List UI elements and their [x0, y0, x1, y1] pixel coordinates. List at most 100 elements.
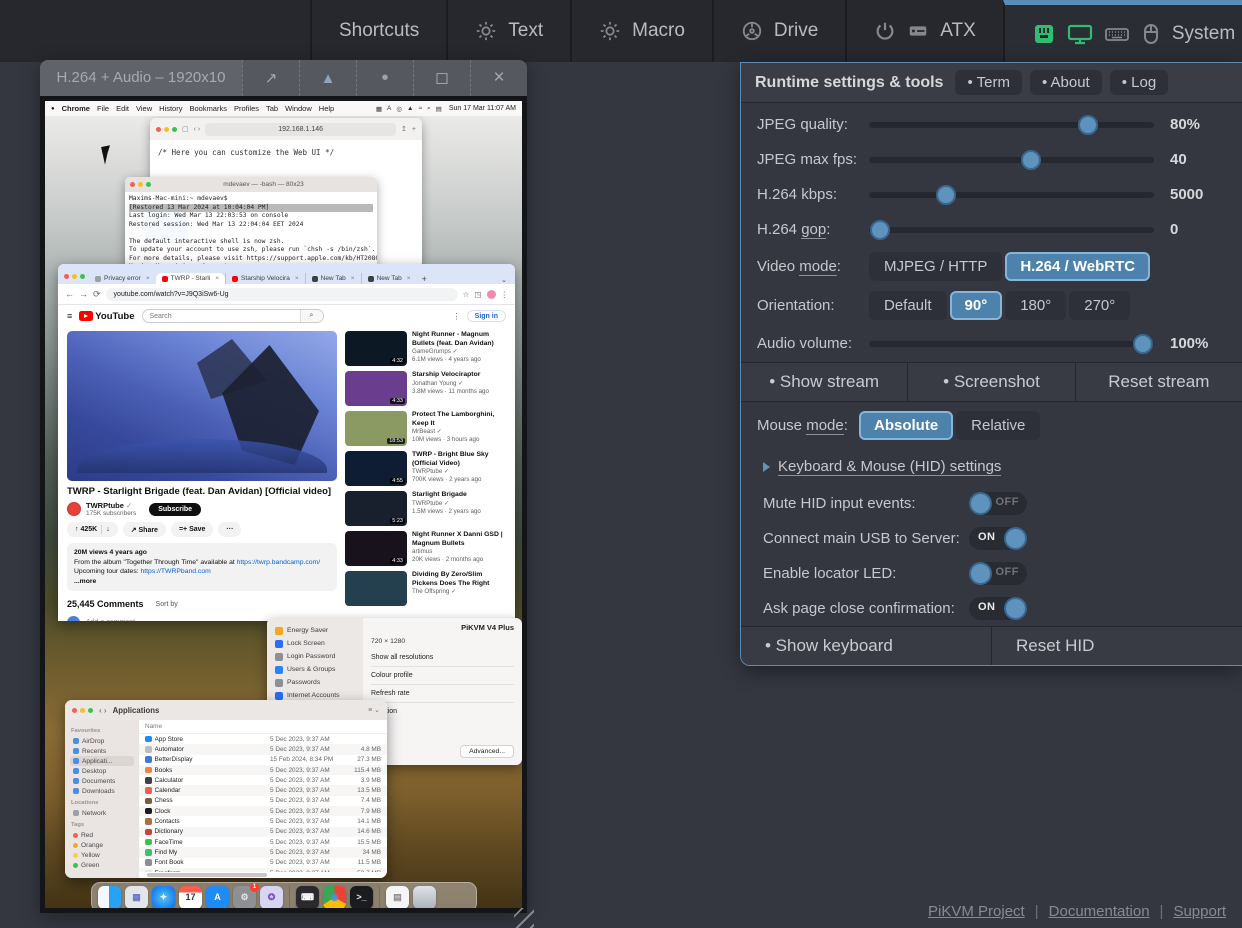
- reload-icon[interactable]: ⟳: [93, 289, 101, 300]
- orientation-default-button[interactable]: Default: [869, 291, 947, 320]
- finder-sidebar-item-selected[interactable]: Applicati...: [70, 756, 134, 766]
- dock-app-icon[interactable]: ✪: [260, 886, 283, 909]
- file-row[interactable]: BetterDisplay 15 Feb 2024, 8:34 PM 27.3 …: [139, 755, 387, 765]
- comment-placeholder[interactable]: Add a comment...: [86, 619, 141, 621]
- finder-sidebar-item[interactable]: Downloads: [70, 786, 134, 796]
- mouse-absolute-button[interactable]: Absolute: [859, 411, 953, 440]
- locator-led-toggle[interactable]: OFF: [969, 562, 1027, 585]
- video-mode-mjpeg-button[interactable]: MJPEG / HTTP: [869, 252, 1002, 281]
- search-input[interactable]: [143, 313, 300, 320]
- settings-option[interactable]: Show all resolutions: [371, 649, 514, 666]
- new-tab-button[interactable]: +: [417, 274, 432, 284]
- browser-tab-active[interactable]: TWRP - Starli ×: [156, 273, 225, 284]
- settings-sidebar-item[interactable]: Login Password: [272, 650, 358, 663]
- menu-system[interactable]: System: [1003, 0, 1242, 62]
- reset-stream-button[interactable]: Reset stream: [1075, 363, 1242, 401]
- search-icon[interactable]: ⌕: [300, 310, 323, 322]
- dock-app-icon[interactable]: 17: [179, 886, 202, 909]
- dock-app-icon[interactable]: >_: [350, 886, 373, 909]
- hamburger-icon[interactable]: ≡: [67, 311, 72, 321]
- stream-detach-button[interactable]: ▲: [299, 60, 356, 96]
- screenshot-button[interactable]: • Screenshot: [907, 363, 1074, 401]
- slider-knob[interactable]: [870, 220, 890, 240]
- channel-name[interactable]: TWRPtube: [86, 501, 124, 510]
- menu-text[interactable]: Text: [446, 0, 570, 62]
- tab-close-icon[interactable]: ×: [295, 275, 299, 282]
- dock-app-icon[interactable]: [98, 886, 121, 909]
- pikvm-project-link[interactable]: PiKVM Project: [928, 903, 1025, 920]
- show-more-link[interactable]: ...more: [74, 577, 330, 587]
- back-icon[interactable]: ←: [65, 289, 74, 299]
- description-link[interactable]: https://TWRPband.com: [141, 568, 211, 575]
- window-resize-handle[interactable]: [514, 908, 534, 928]
- jpeg-quality-slider[interactable]: [869, 122, 1154, 128]
- description-link[interactable]: https://twrp.bandcamp.com/: [237, 559, 321, 566]
- dock-app-icon[interactable]: ▤: [386, 886, 409, 909]
- menu-macro[interactable]: Macro: [570, 0, 712, 62]
- stream-expand-button[interactable]: ↗: [242, 60, 299, 96]
- tab-close-icon[interactable]: ×: [215, 275, 219, 282]
- finder-tag-item[interactable]: Red: [70, 830, 134, 840]
- browser-tab[interactable]: New Tab ×: [305, 273, 361, 284]
- scrollbar[interactable]: [147, 873, 267, 877]
- dock-app-icon[interactable]: ▦: [125, 886, 148, 909]
- term-button[interactable]: • Term: [955, 70, 1021, 95]
- video-mode-h264-button[interactable]: H.264 / WebRTC: [1005, 252, 1150, 281]
- dock-app-icon[interactable]: ⌨: [296, 886, 319, 909]
- orientation-270-button[interactable]: 270°: [1069, 291, 1130, 320]
- forward-icon[interactable]: →: [79, 289, 88, 299]
- mute-hid-toggle[interactable]: OFF: [969, 492, 1027, 515]
- more-actions-button[interactable]: ···: [218, 522, 241, 537]
- mode-hint-link[interactable]: mode: [799, 258, 837, 276]
- finder-sidebar-item[interactable]: AirDrop: [70, 736, 134, 746]
- stream-titlebar[interactable]: H.264 + Audio – 1920x10 ↗ ▲ • □ ×: [40, 60, 527, 96]
- chrome-menu-icon[interactable]: ⋮: [501, 290, 509, 299]
- like-button[interactable]: ↑ 425K↓: [67, 522, 118, 537]
- menu-drive[interactable]: Drive: [712, 0, 845, 62]
- settings-option[interactable]: Refresh rate: [371, 684, 514, 702]
- suggested-video[interactable]: 18:53 Protect The Lamborghini, Keep It M…: [345, 411, 506, 446]
- profile-avatar[interactable]: [487, 290, 496, 299]
- subscribe-button[interactable]: Subscribe: [149, 503, 201, 516]
- settings-sidebar-item[interactable]: Energy Saver: [272, 624, 358, 637]
- file-row[interactable]: Calculator 5 Dec 2023, 9:37 AM 3.9 MB: [139, 775, 387, 785]
- stream-quality-indicator[interactable]: •: [356, 60, 413, 96]
- signin-button[interactable]: Sign in: [467, 310, 506, 322]
- file-row[interactable]: Books 5 Dec 2023, 9:37 AM 115.4 MB: [139, 765, 387, 775]
- suggested-video[interactable]: 4:33 Night Runner X Danni GSD | Magnum B…: [345, 531, 506, 566]
- stream-fullscreen-button[interactable]: □: [413, 60, 470, 96]
- jpeg-fps-slider[interactable]: [869, 157, 1154, 163]
- tab-close-icon[interactable]: ×: [146, 275, 150, 282]
- suggested-video[interactable]: 4:32 Night Runner - Magnum Bullets (feat…: [345, 331, 506, 366]
- suggested-video[interactable]: 5:23 Starlight Brigade TWRPtube ✓ 1.5M v…: [345, 491, 506, 526]
- h264-kbps-slider[interactable]: [869, 192, 1154, 198]
- suggested-video[interactable]: Dividing By Zero/Slim Pickens Does The R…: [345, 571, 506, 606]
- close-confirmation-toggle[interactable]: ON: [969, 597, 1027, 620]
- share-button[interactable]: ↗ Share: [123, 522, 166, 537]
- finder-sidebar-item[interactable]: Recents: [70, 746, 134, 756]
- file-row[interactable]: Chess 5 Dec 2023, 9:37 AM 7.4 MB: [139, 796, 387, 806]
- slider-knob[interactable]: [1021, 150, 1041, 170]
- finder-tag-item[interactable]: Yellow: [70, 850, 134, 860]
- settings-option[interactable]: Rotation: [371, 702, 514, 720]
- save-button[interactable]: =+ Save: [171, 522, 213, 537]
- show-keyboard-button[interactable]: • Show keyboard: [741, 627, 991, 665]
- log-button[interactable]: • Log: [1110, 70, 1168, 95]
- tab-search-caret[interactable]: ⌄: [497, 276, 511, 284]
- video-player[interactable]: [67, 331, 337, 481]
- documentation-link[interactable]: Documentation: [1049, 903, 1150, 920]
- file-row[interactable]: Dictionary 5 Dec 2023, 9:37 AM 14.6 MB: [139, 827, 387, 837]
- orientation-180-button[interactable]: 180°: [1005, 291, 1066, 320]
- dock-app-icon[interactable]: [413, 886, 436, 909]
- finder-sidebar-item[interactable]: Desktop: [70, 766, 134, 776]
- menu-atx[interactable]: ATX: [845, 0, 1003, 62]
- suggested-video[interactable]: 4:55 TWRP - Bright Blue Sky (Official Vi…: [345, 451, 506, 486]
- menu-shortcuts[interactable]: Shortcuts: [310, 0, 446, 62]
- show-stream-button[interactable]: • Show stream: [741, 363, 907, 401]
- finder-sidebar-item[interactable]: Documents: [70, 776, 134, 786]
- mode-hint-link[interactable]: mode: [806, 417, 844, 435]
- finder-tag-item[interactable]: Green: [70, 860, 134, 870]
- file-row[interactable]: Freeform 5 Dec 2023, 9:37 AM 52.7 MB: [139, 868, 387, 872]
- browser-tab[interactable]: New Tab ×: [361, 273, 417, 284]
- slider-knob[interactable]: [1078, 115, 1098, 135]
